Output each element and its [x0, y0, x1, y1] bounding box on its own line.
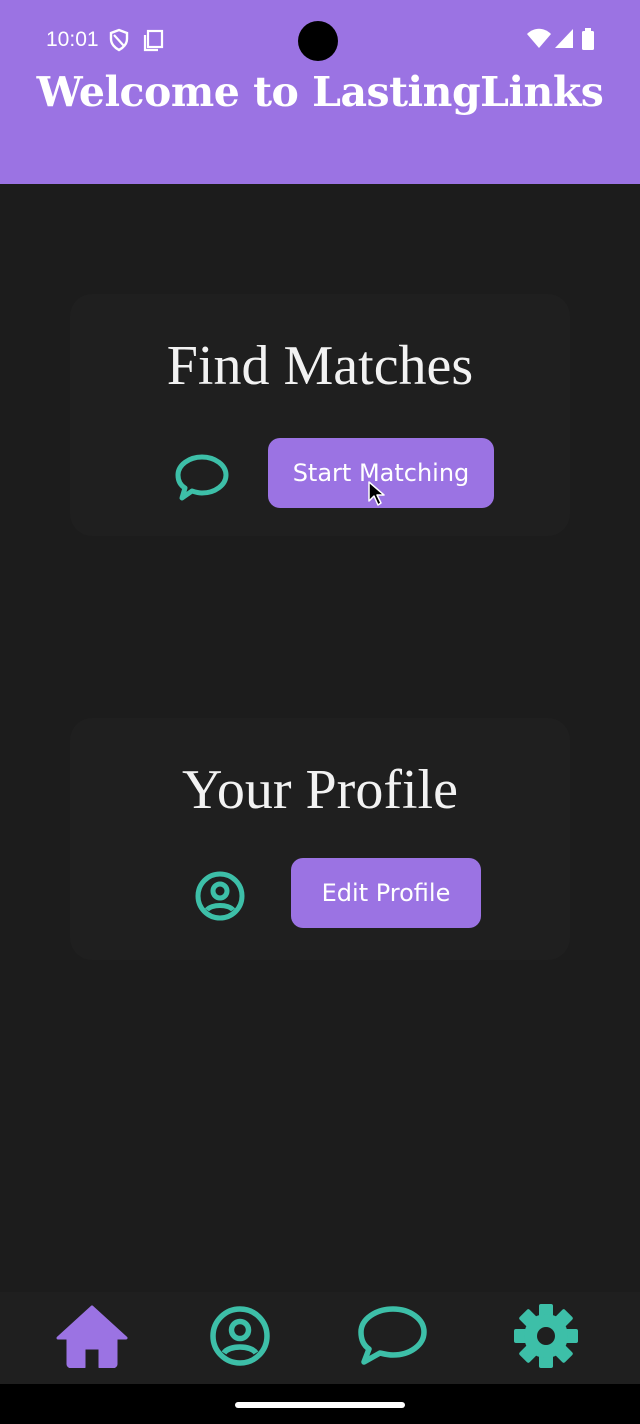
nav-profile[interactable]	[194, 1292, 286, 1384]
gesture-handle[interactable]	[235, 1402, 405, 1408]
bottom-navigation	[0, 1292, 640, 1384]
mouse-cursor-icon	[368, 481, 386, 512]
settings-icon	[512, 1302, 580, 1375]
nav-chat[interactable]	[346, 1292, 438, 1384]
screenshot-icon	[142, 28, 164, 57]
signal-icon	[554, 28, 574, 55]
account-circle-icon	[194, 870, 246, 927]
find-matches-card: Find Matches Start Matching	[70, 294, 570, 536]
home-icon	[56, 1304, 128, 1373]
your-profile-card: Your Profile Edit Profile	[70, 718, 570, 960]
nav-home[interactable]	[46, 1292, 138, 1384]
status-time: 10:01	[46, 28, 99, 51]
card-title: Your Profile	[182, 759, 458, 821]
front-camera	[298, 21, 338, 61]
app-header: 10:01 Welcome to LastingLinks	[0, 0, 640, 184]
chat-bubble-icon	[174, 452, 230, 509]
account-circle-icon	[209, 1305, 271, 1372]
battery-icon	[582, 28, 594, 55]
vpn-shield-icon	[108, 28, 130, 57]
chat-bubble-icon	[355, 1304, 429, 1373]
wifi-icon	[526, 28, 552, 55]
nav-settings[interactable]	[500, 1292, 592, 1384]
page-title: Welcome to LastingLinks	[36, 68, 604, 116]
card-title: Find Matches	[166, 335, 474, 397]
edit-profile-button[interactable]: Edit Profile	[291, 858, 481, 928]
